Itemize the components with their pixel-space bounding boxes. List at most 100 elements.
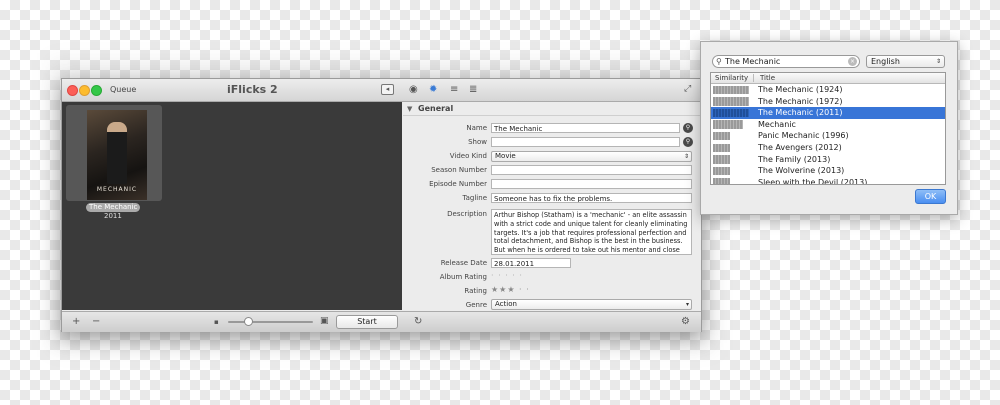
similarity-bar: [713, 85, 749, 95]
similarity-bar: [713, 143, 730, 153]
season-number-field[interactable]: [491, 165, 692, 175]
fullscreen-icon[interactable]: ⤢: [684, 84, 691, 95]
video-kind-label: Video Kind: [449, 152, 487, 160]
movie-poster: MECHANIC: [87, 110, 147, 200]
show-label: Show: [468, 138, 487, 146]
minus-icon[interactable]: −: [92, 316, 100, 327]
results-table[interactable]: Similarity Title The Mechanic (1924) The …: [710, 72, 946, 185]
genre-value: Action: [495, 300, 517, 308]
album-rating-stars[interactable]: · · · · ·: [491, 271, 523, 280]
season-number-label: Season Number: [431, 166, 487, 174]
description-label: Description: [447, 210, 487, 218]
plus-icon[interactable]: +: [72, 316, 80, 327]
search-query: The Mechanic: [725, 57, 781, 66]
table-row[interactable]: Sleep with the Devil (2013): [711, 177, 945, 185]
settings-gear-icon[interactable]: ⚙: [681, 316, 690, 327]
ok-button[interactable]: OK: [915, 189, 946, 204]
zoom-window-button[interactable]: [91, 85, 102, 96]
similarity-bar: [713, 97, 749, 106]
column-header-similarity[interactable]: Similarity: [715, 73, 748, 83]
align-text-icon[interactable]: ≡: [450, 84, 458, 95]
queue-item-year: 2011: [104, 212, 122, 220]
column-header-title[interactable]: Title: [760, 73, 775, 83]
chevron-down-icon: ▾: [685, 301, 689, 308]
main-window: Queue iFlicks 2 ◂ ◉ ✹ ≡ ≣ ⤢ MECHANIC The…: [61, 78, 702, 332]
result-title: Sleep with the Devil (2013): [758, 177, 868, 185]
similarity-bar: [713, 166, 730, 176]
metadata-inspector: ▼ General Name The Mechanic ⚲ Show ⚲ Vid…: [403, 102, 701, 310]
thumbnail-size-slider[interactable]: [228, 321, 313, 323]
close-window-button[interactable]: [67, 85, 78, 96]
table-header: Similarity Title: [711, 73, 945, 84]
window-title: iFlicks 2: [227, 83, 278, 96]
slider-knob[interactable]: [244, 317, 253, 326]
tagline-label: Tagline: [462, 194, 487, 202]
start-button[interactable]: Start: [336, 315, 398, 329]
show-field[interactable]: [491, 137, 680, 147]
video-kind-select[interactable]: Movie ⇕: [491, 151, 692, 162]
small-thumbnail-icon: ▪: [214, 318, 219, 326]
queue-label: Queue: [110, 85, 137, 94]
release-date-label: Release Date: [440, 259, 487, 267]
language-select[interactable]: English ⇕: [866, 55, 945, 68]
refresh-icon[interactable]: ↻: [414, 316, 422, 327]
tagline-field[interactable]: Someone has to fix the problems.: [491, 193, 692, 203]
table-row[interactable]: Mechanic: [711, 119, 945, 131]
minimize-window-button[interactable]: [79, 85, 90, 96]
language-value: English: [871, 57, 900, 66]
table-row[interactable]: The Wolverine (2013): [711, 165, 945, 177]
table-row[interactable]: The Family (2013): [711, 154, 945, 166]
clear-search-icon[interactable]: ×: [848, 57, 857, 66]
column-divider: [753, 74, 754, 82]
poster-figure: [107, 122, 127, 184]
divider: [403, 115, 701, 116]
result-title: Mechanic: [758, 119, 796, 129]
toggle-sidebar-button[interactable]: ◂: [381, 84, 394, 95]
gear-icon[interactable]: ✹: [429, 84, 437, 95]
table-row[interactable]: Panic Mechanic (1996): [711, 130, 945, 142]
result-title: The Wolverine (2013): [758, 166, 845, 176]
search-show-icon[interactable]: ⚲: [683, 137, 693, 147]
section-header-general[interactable]: General: [418, 104, 453, 113]
genre-combobox[interactable]: Action ▾: [491, 299, 692, 310]
genre-label: Genre: [465, 301, 487, 309]
similarity-bar: [713, 108, 749, 118]
search-icon: ⚲: [716, 57, 722, 66]
list-icon[interactable]: ≣: [469, 84, 477, 95]
result-title: The Mechanic (1924): [758, 85, 843, 94]
result-title: The Mechanic (1972): [758, 96, 843, 106]
description-field[interactable]: Arthur Bishop (Statham) is a 'mechanic' …: [491, 209, 692, 255]
similarity-bar: [713, 120, 743, 129]
queue-item[interactable]: MECHANIC: [66, 105, 162, 201]
similarity-bar: [713, 131, 730, 141]
large-thumbnail-icon: ▣: [320, 316, 329, 326]
name-label: Name: [466, 124, 487, 132]
episode-number-label: Episode Number: [429, 180, 487, 188]
album-rating-label: Album Rating: [439, 273, 487, 281]
poster-title-text: MECHANIC: [96, 186, 138, 193]
rating-stars[interactable]: ★★★ · ·: [491, 285, 530, 294]
search-input[interactable]: ⚲ The Mechanic ×: [712, 55, 860, 68]
table-row[interactable]: The Avengers (2012): [711, 142, 945, 154]
search-name-icon[interactable]: ⚲: [683, 123, 693, 133]
release-date-field[interactable]: 28.01.2011: [491, 258, 571, 268]
similarity-bar: [713, 178, 730, 184]
table-row[interactable]: The Mechanic (1924): [711, 84, 945, 96]
table-row[interactable]: The Mechanic (2011): [711, 107, 945, 119]
video-kind-value: Movie: [495, 152, 516, 160]
episode-number-field[interactable]: [491, 179, 692, 189]
bottom-toolbar: + − ▪ ▣ Start ↻ ⚙: [62, 311, 701, 332]
title-bar[interactable]: Queue iFlicks 2 ◂ ◉ ✹ ≡ ≣ ⤢: [62, 79, 701, 102]
disclosure-triangle-icon[interactable]: ▼: [407, 105, 412, 113]
updown-chevron-icon: ⇕: [683, 153, 689, 160]
result-title: The Mechanic (2011): [758, 108, 843, 118]
rating-label: Rating: [464, 287, 487, 295]
queue-item-title: The Mechanic: [86, 203, 141, 212]
similarity-bar: [713, 155, 730, 164]
table-row[interactable]: The Mechanic (1972): [711, 96, 945, 108]
queue-list[interactable]: MECHANIC The Mechanic 2011: [62, 102, 402, 310]
result-title: The Family (2013): [758, 154, 831, 164]
result-title: Panic Mechanic (1996): [758, 131, 849, 141]
name-field[interactable]: The Mechanic: [491, 123, 680, 133]
eye-icon[interactable]: ◉: [409, 84, 418, 95]
